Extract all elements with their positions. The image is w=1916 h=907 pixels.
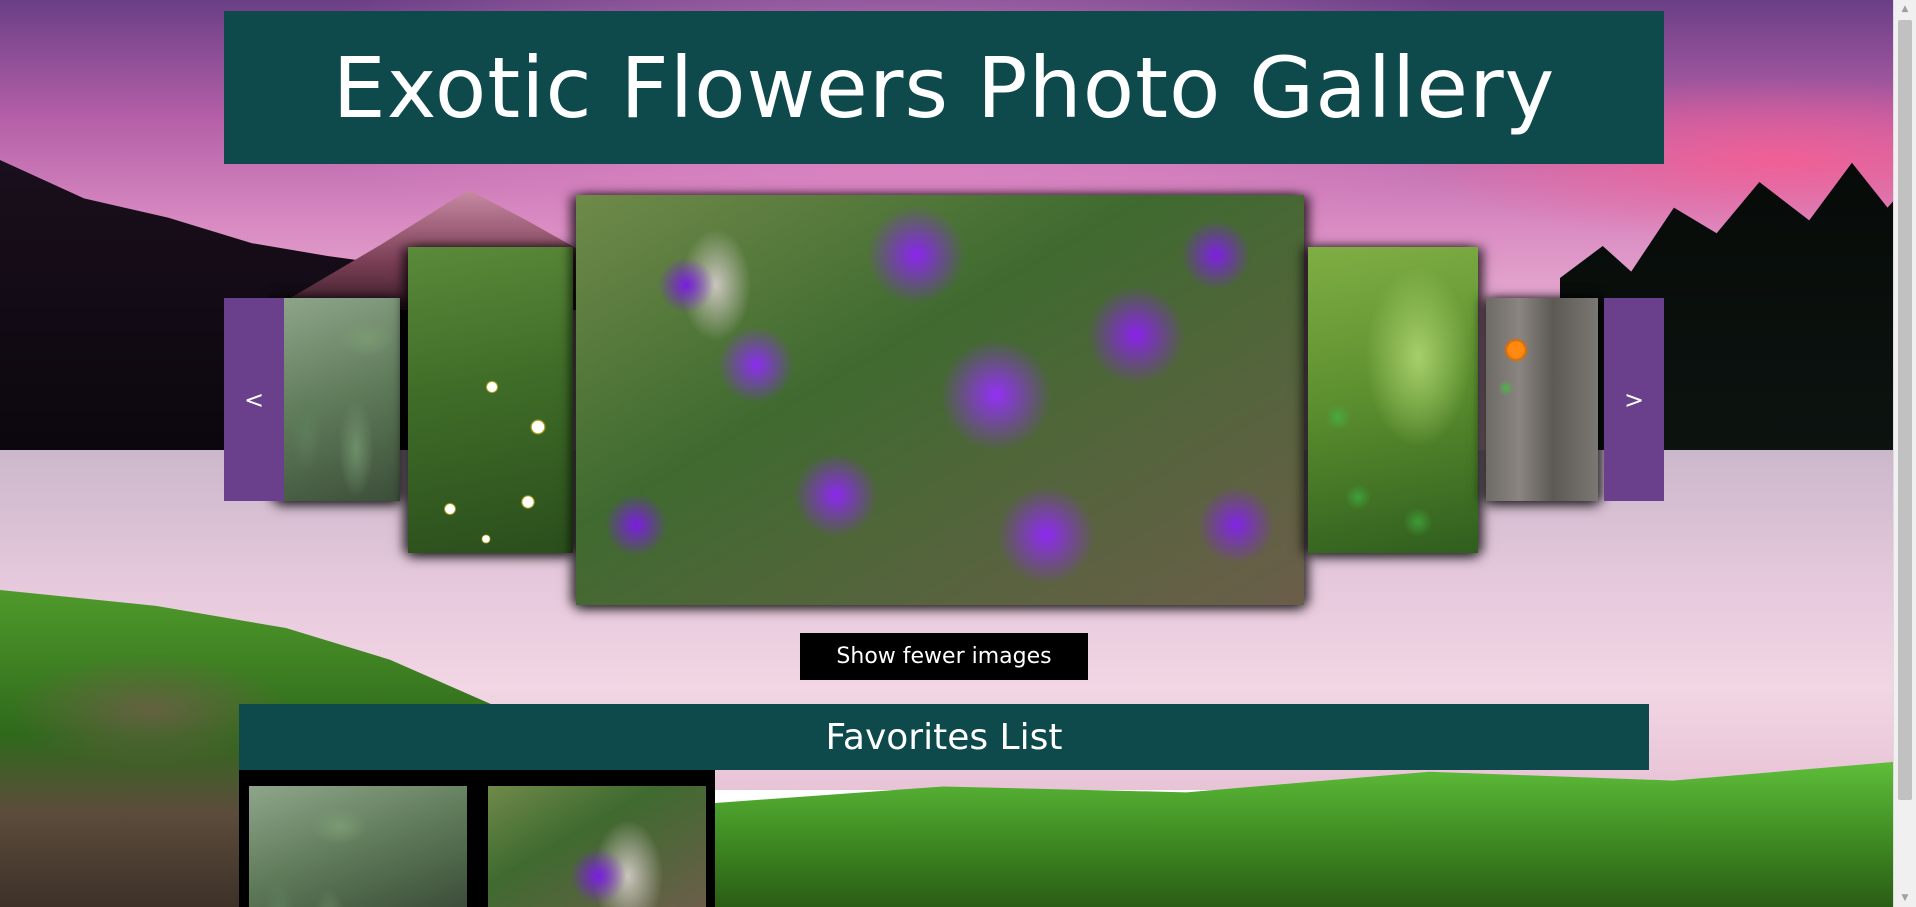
page-title: Exotic Flowers Photo Gallery: [332, 38, 1556, 137]
cactus-photo: [276, 298, 400, 501]
daisy-photo: [408, 247, 573, 553]
purple-flower-photo: [576, 195, 1304, 605]
cactus-photo: [249, 786, 467, 907]
carousel-next-button[interactable]: >: [1604, 298, 1664, 501]
show-fewer-images-button[interactable]: Show fewer images: [800, 633, 1088, 680]
favorite-item[interactable]: [249, 786, 467, 907]
carousel-image-far-left[interactable]: [276, 298, 400, 501]
purple-flower-photo: [488, 786, 706, 907]
favorites-list: [239, 770, 715, 907]
clover-photo: [1308, 247, 1478, 553]
favorites-title: Favorites List: [825, 716, 1063, 758]
carousel-prev-button[interactable]: <: [224, 298, 284, 501]
nasturtium-photo: [1486, 298, 1598, 501]
next-arrow-icon: >: [1623, 385, 1645, 414]
gallery-header: Exotic Flowers Photo Gallery: [224, 11, 1664, 164]
prev-arrow-icon: <: [243, 385, 265, 414]
carousel-image-far-right[interactable]: [1486, 298, 1598, 501]
scroll-thumb[interactable]: [1898, 20, 1912, 800]
carousel-image-center[interactable]: [576, 195, 1304, 605]
page-scrollbar[interactable]: ▲ ▼: [1893, 0, 1916, 907]
carousel-image-left[interactable]: [408, 247, 573, 553]
scroll-up-icon[interactable]: ▲: [1894, 0, 1916, 18]
scroll-down-icon[interactable]: ▼: [1894, 889, 1916, 907]
favorite-item[interactable]: [488, 786, 706, 907]
carousel-image-right[interactable]: [1308, 247, 1478, 553]
favorites-header: Favorites List: [239, 704, 1649, 770]
